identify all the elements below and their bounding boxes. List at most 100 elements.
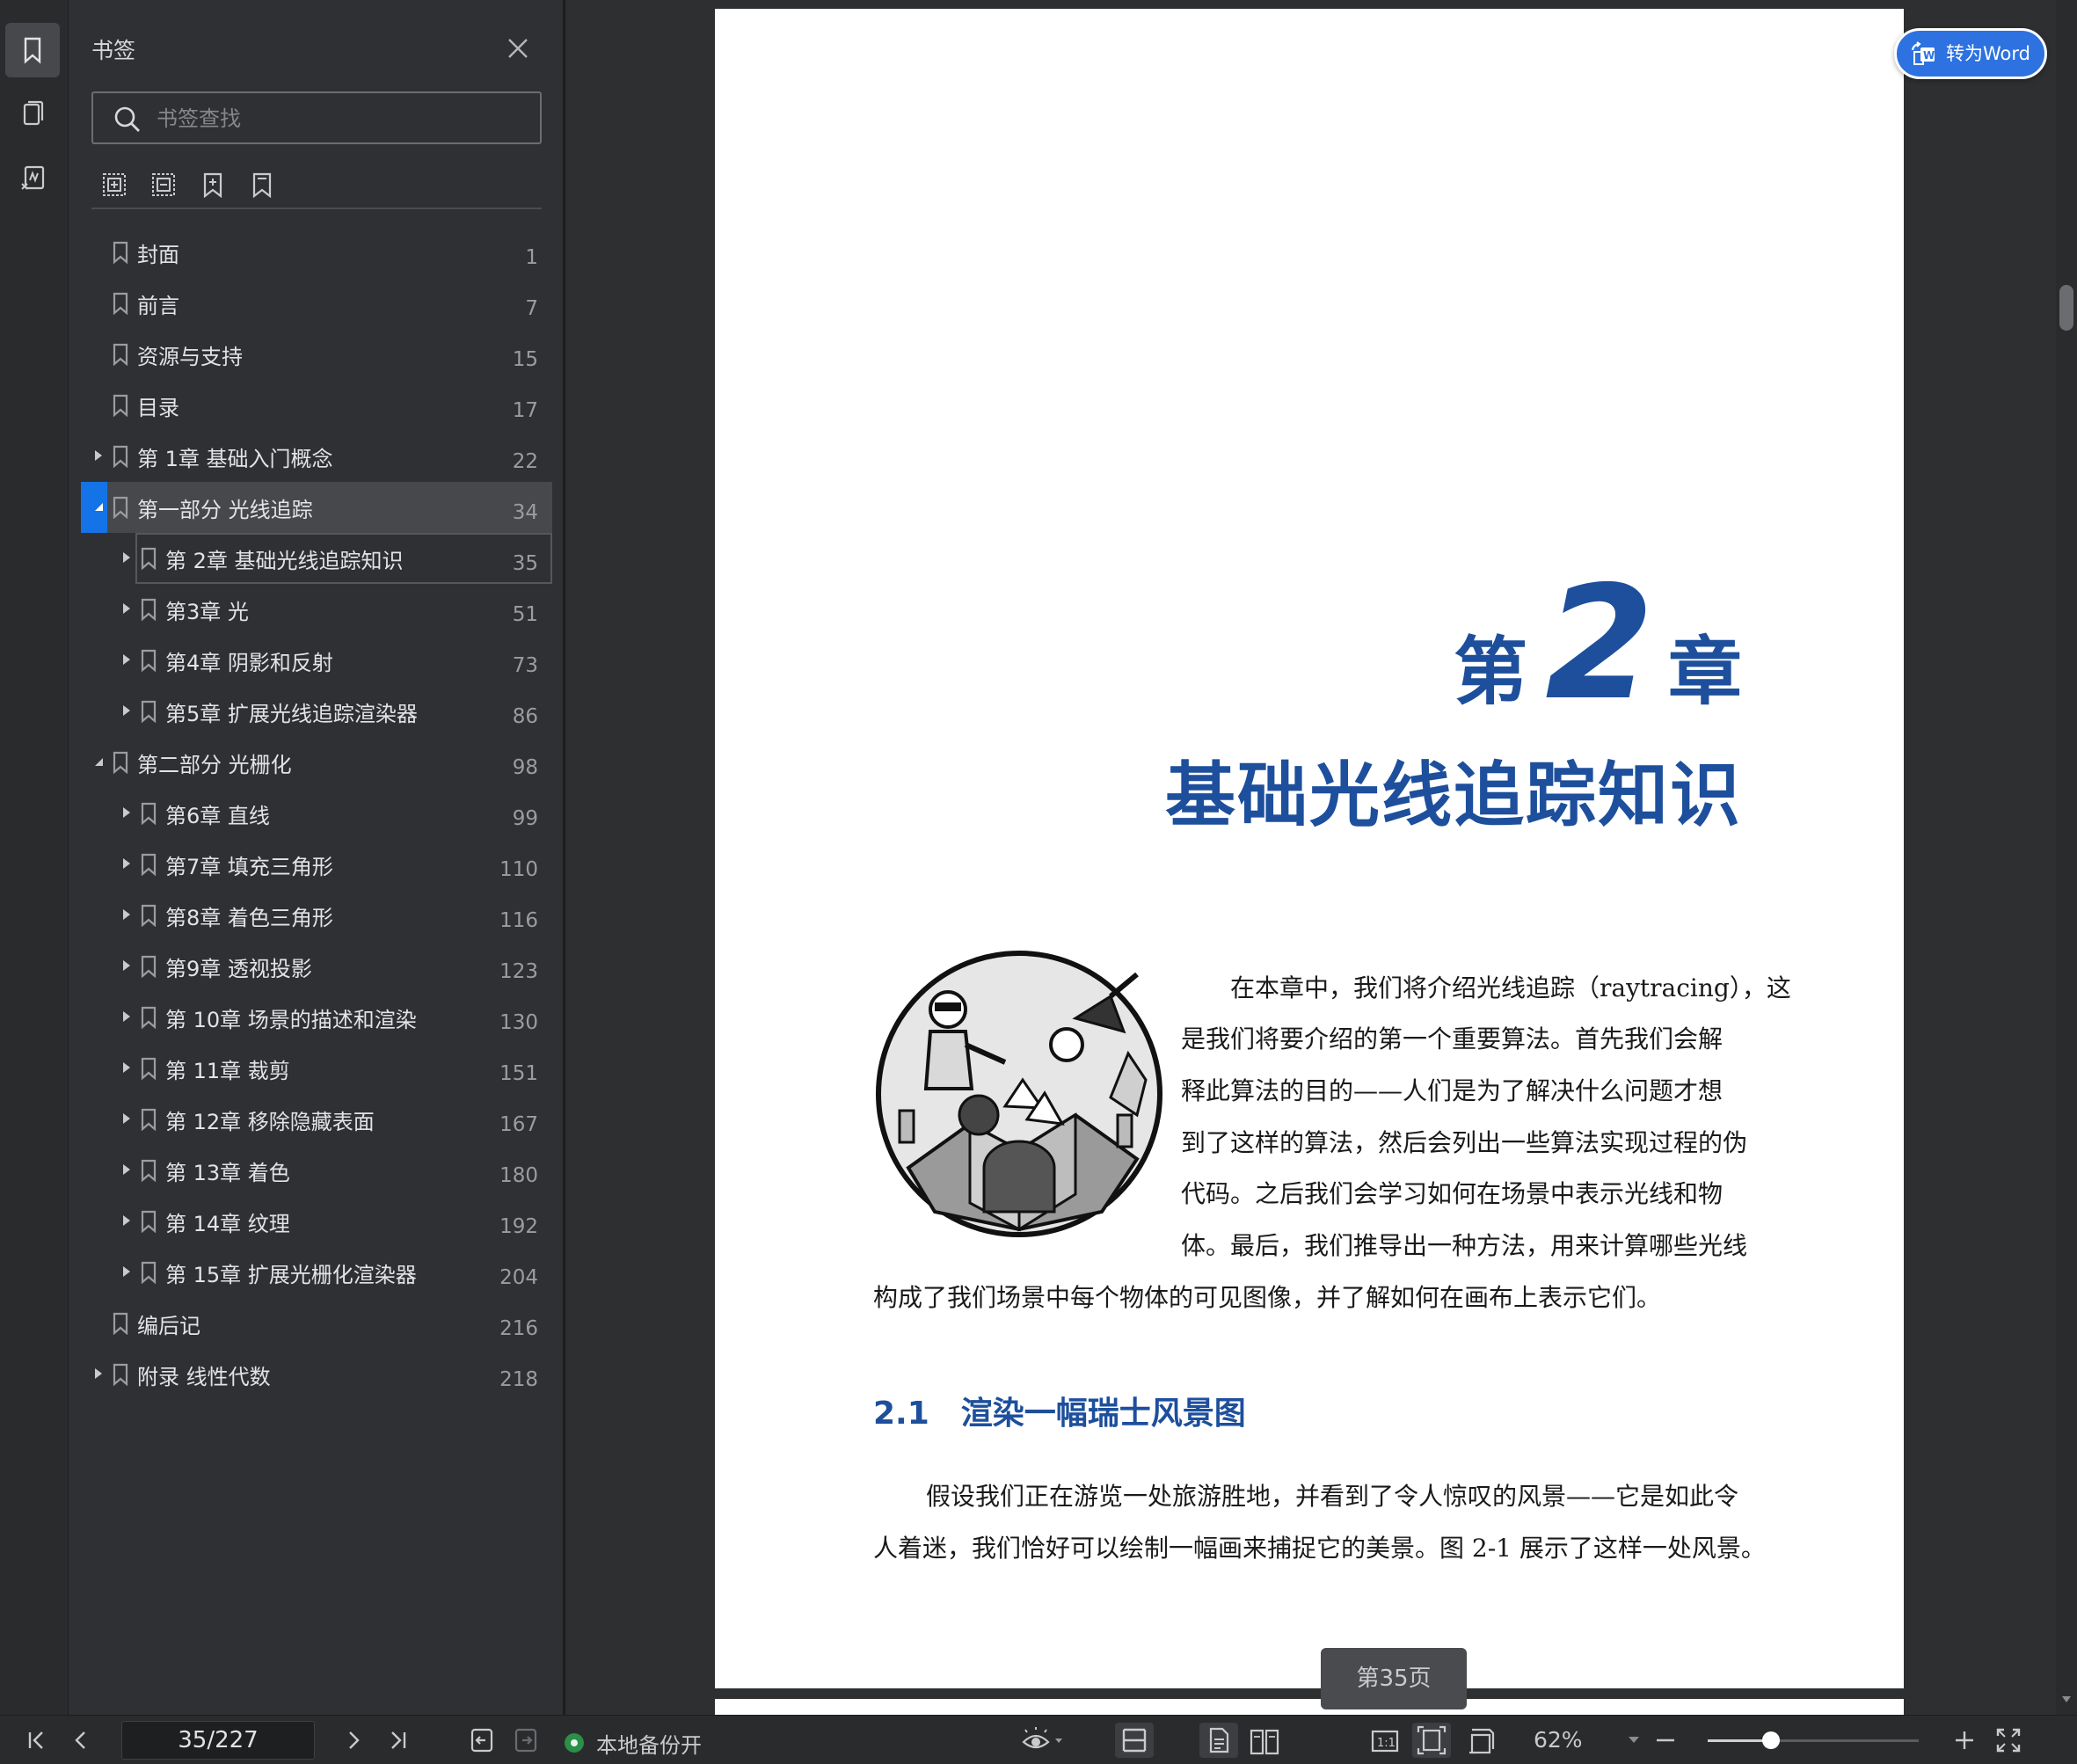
intro-line: 构成了我们场景中每个物体的可见图像，并了解如何在画布上表示它们。: [873, 1283, 1662, 1312]
scroll-down-arrow-icon[interactable]: [2061, 1694, 2072, 1704]
actual-size-button[interactable]: 1:1: [1366, 1723, 1402, 1758]
bookmark-item[interactable]: 第 13章 着色 180: [81, 1145, 552, 1196]
bookmark-item[interactable]: 第 1章 基础入门概念 22: [81, 431, 552, 482]
double-page-button[interactable]: [1245, 1723, 1280, 1758]
expand-arrow-icon[interactable]: [118, 906, 135, 923]
last-page-button[interactable]: [380, 1723, 415, 1758]
bookmark-search[interactable]: [91, 91, 542, 144]
previous-page-button[interactable]: [63, 1723, 98, 1758]
continuous-scroll-button[interactable]: [1115, 1723, 1154, 1758]
bookmark-item[interactable]: 第 15章 扩展光栅化渲染器 204: [81, 1247, 552, 1298]
scrollbar-thumb[interactable]: [2059, 285, 2073, 331]
zoom-slider-knob[interactable]: [1762, 1731, 1780, 1749]
bookmark-item[interactable]: 第4章 阴影和反射 73: [81, 635, 552, 686]
zoom-slider[interactable]: [1708, 1731, 1919, 1749]
page-number-input[interactable]: [121, 1721, 315, 1760]
section-number: 2.1: [873, 1396, 929, 1432]
expand-arrow-icon[interactable]: [118, 1059, 135, 1076]
collapse-arrow-icon[interactable]: [90, 498, 107, 515]
add-bookmark-button[interactable]: [197, 169, 229, 200]
expand-arrow-icon[interactable]: [118, 1008, 135, 1025]
back-button[interactable]: [464, 1723, 499, 1758]
bookmark-panel-button[interactable]: [5, 23, 60, 77]
expand-arrow-icon[interactable]: [118, 957, 135, 974]
close-icon: [508, 39, 528, 58]
bookmark-label: 资源与支持: [137, 345, 243, 369]
bookmark-item[interactable]: 第8章 着色三角形 116: [81, 890, 552, 941]
forward-button[interactable]: [508, 1723, 543, 1758]
bookmark-icon: [141, 598, 157, 621]
zoom-dropdown-button[interactable]: [1616, 1723, 1651, 1758]
expand-arrow-icon[interactable]: [118, 1212, 135, 1229]
bookmark-item[interactable]: 第 10章 场景的描述和渲染 130: [81, 992, 552, 1043]
expand-arrow-icon[interactable]: [118, 1263, 135, 1280]
bookmark-item[interactable]: 第 12章 移除隐藏表面 167: [81, 1094, 552, 1145]
fit-page-button[interactable]: [1412, 1723, 1451, 1758]
bookmark-item[interactable]: 第9章 透视投影 123: [81, 941, 552, 992]
bookmark-item[interactable]: 第6章 直线 99: [81, 788, 552, 839]
double-page-icon: [1250, 1729, 1279, 1755]
bookmark-item[interactable]: 目录 17: [81, 380, 552, 431]
bookmark-item[interactable]: 第 11章 裁剪 151: [81, 1043, 552, 1094]
single-page-button[interactable]: [1199, 1723, 1238, 1758]
bookmark-item[interactable]: 附录 线性代数 218: [81, 1349, 552, 1400]
signature-icon: [21, 165, 45, 190]
bookmark-page-number: 34: [512, 501, 538, 524]
bookmark-item[interactable]: 第一部分 光线追踪 34: [81, 482, 552, 533]
eye-icon: [1022, 1727, 1062, 1749]
bookmark-item[interactable]: 第 14章 纹理 192: [81, 1196, 552, 1247]
bookmark-item[interactable]: 资源与支持 15: [81, 329, 552, 380]
bookmark-page-number: 130: [499, 1011, 538, 1034]
expand-arrow-icon[interactable]: [118, 651, 135, 668]
bookmark-item[interactable]: 第3章 光 51: [81, 584, 552, 635]
annotation-panel-button[interactable]: [5, 151, 60, 206]
expand-arrow-icon[interactable]: [118, 855, 135, 872]
bookmark-label: 第 11章 裁剪: [165, 1059, 290, 1083]
first-page-button[interactable]: [19, 1723, 55, 1758]
bookmark-page-number: 204: [499, 1266, 538, 1289]
next-page-button[interactable]: [336, 1723, 371, 1758]
bookmark-icon: [141, 700, 157, 723]
eye-protection-button[interactable]: [1018, 1723, 1068, 1758]
fullscreen-button[interactable]: [1991, 1723, 2026, 1758]
bookmark-page-number: 167: [499, 1113, 538, 1136]
zoom-in-button[interactable]: [1947, 1723, 1982, 1758]
thumbnail-panel-button[interactable]: [5, 86, 60, 141]
expand-arrow-icon[interactable]: [90, 1365, 107, 1382]
zoom-out-button[interactable]: [1648, 1723, 1683, 1758]
bookmark-label: 目录: [137, 396, 179, 420]
bookmark-item[interactable]: 前言 7: [81, 278, 552, 329]
close-panel-button[interactable]: [505, 35, 531, 62]
search-icon: [114, 106, 140, 132]
collapse-all-button[interactable]: [148, 169, 179, 200]
fit-width-button[interactable]: [1463, 1723, 1498, 1758]
bookmark-icon: [113, 1312, 128, 1335]
expand-arrow-icon[interactable]: [118, 600, 135, 617]
bookmark-search-input[interactable]: [157, 104, 526, 134]
bookmark-item[interactable]: 封面 1: [81, 227, 552, 278]
remove-bookmark-button[interactable]: [246, 169, 278, 200]
bookmark-item[interactable]: 编后记 216: [81, 1298, 552, 1349]
bookmark-item[interactable]: 第5章 扩展光线追踪渲染器 86: [81, 686, 552, 737]
bookmark-icon: [141, 802, 157, 825]
bookmark-item[interactable]: 第7章 填充三角形 110: [81, 839, 552, 890]
expand-arrow-icon[interactable]: [118, 1110, 135, 1127]
vertical-scrollbar[interactable]: [2056, 0, 2077, 1715]
expand-arrow-icon[interactable]: [118, 1161, 135, 1178]
backup-status-label[interactable]: 本地备份开: [596, 1728, 702, 1759]
expand-arrow-icon[interactable]: [118, 702, 135, 719]
intro-line: 释此算法的目的——人们是为了解决什么问题才想: [1181, 1076, 1724, 1105]
bookmark-item[interactable]: 第二部分 光栅化 98: [81, 737, 552, 788]
chapter-title: 基础光线追踪知识: [1165, 754, 1742, 836]
bookmark-label: 第 2章 基础光线追踪知识: [165, 549, 404, 573]
convert-to-word-button[interactable]: W 转为Word: [1894, 28, 2047, 79]
bookmark-label: 第一部分 光线追踪: [137, 498, 313, 522]
collapse-arrow-icon[interactable]: [90, 753, 107, 770]
expand-arrow-icon[interactable]: [118, 804, 135, 821]
expand-arrow-icon[interactable]: [118, 549, 135, 566]
expand-all-button[interactable]: [98, 169, 130, 200]
bookmark-item[interactable]: 第 2章 基础光线追踪知识 35: [81, 533, 552, 584]
zoom-level[interactable]: 62%: [1534, 1727, 1583, 1753]
expand-arrow-icon[interactable]: [90, 447, 107, 464]
last-page-icon: [391, 1731, 406, 1749]
